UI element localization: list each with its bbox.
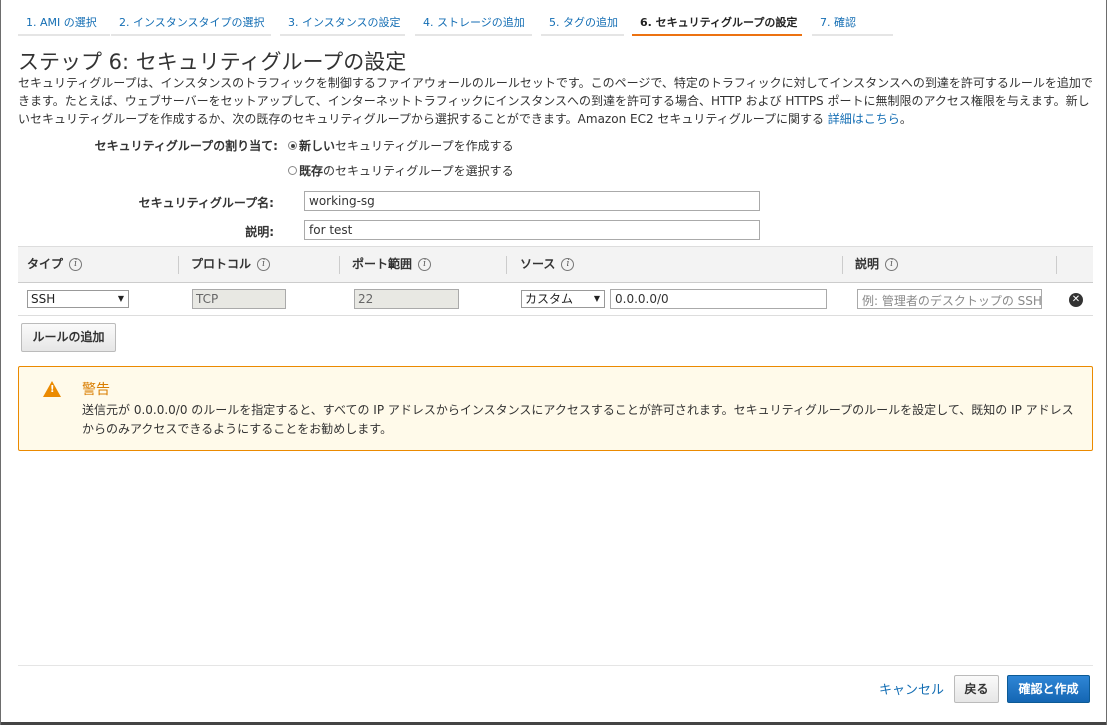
- page-title: ステップ 6: セキュリティグループの設定: [18, 50, 407, 74]
- type-select[interactable]: SSH ▼: [27, 290, 129, 308]
- learn-more-link[interactable]: 詳細はこちら: [828, 112, 900, 126]
- description-input[interactable]: [304, 220, 760, 240]
- header-description: 説明 i: [855, 247, 899, 282]
- radio-new-bold: 新しい: [299, 139, 336, 153]
- rules-table-header: タイプ i プロトコル i ポート範囲 i ソース i 説明 i: [18, 246, 1093, 283]
- cancel-link[interactable]: キャンセル: [879, 679, 944, 698]
- description-label: 説明:: [245, 225, 274, 239]
- dropdown-arrow-icon: ▼: [593, 294, 600, 303]
- group-name-label: セキュリティグループ名:: [138, 196, 274, 210]
- assign-label: セキュリティグループの割り当て:: [94, 139, 278, 153]
- tab-tags[interactable]: 5. タグの追加: [541, 10, 624, 36]
- header-port-range: ポート範囲 i: [352, 247, 432, 282]
- warning-text: 送信元が 0.0.0.0/0 のルールを指定すると、すべての IP アドレスから…: [82, 403, 1074, 436]
- radio-new-label: セキュリティグループを作成する: [335, 139, 514, 153]
- protocol-field: TCP: [192, 289, 286, 309]
- info-icon[interactable]: i: [885, 258, 899, 271]
- header-protocol: プロトコル i: [191, 247, 271, 282]
- add-rule-button[interactable]: ルールの追加: [21, 323, 116, 352]
- footer-divider: [18, 665, 1093, 666]
- port-range-field: 22: [354, 289, 459, 309]
- source-type-select[interactable]: カスタム ▼: [521, 290, 605, 308]
- info-icon[interactable]: i: [257, 258, 271, 271]
- rule-description-input[interactable]: 例: 管理者のデスクトップの SSH: [857, 289, 1042, 309]
- group-name-input[interactable]: [304, 191, 760, 211]
- page-intro: セキュリティグループは、インスタンスのトラフィックを制御するファイアウォールのル…: [18, 74, 1096, 128]
- warning-triangle-icon: !: [43, 381, 61, 397]
- column-divider: [506, 256, 507, 274]
- intro-end: 。: [899, 112, 912, 126]
- column-divider: [178, 256, 179, 274]
- source-cidr-input[interactable]: [610, 289, 827, 309]
- tab-storage[interactable]: 4. ストレージの追加: [415, 10, 532, 36]
- info-icon[interactable]: i: [69, 258, 83, 271]
- warning-box: ! 警告 送信元が 0.0.0.0/0 のルールを指定すると、すべての IP ア…: [18, 366, 1093, 451]
- tab-review[interactable]: 7. 確認: [812, 10, 893, 36]
- radio-new-dot[interactable]: [288, 141, 297, 150]
- tab-instance-config[interactable]: 3. インスタンスの設定: [280, 10, 405, 36]
- table-row: SSH▼ TCP 22 カスタム▼ 例: 管理者のデスクトップの SSH ✕: [18, 283, 1093, 316]
- tab-security-group[interactable]: 6. セキュリティグループの設定: [632, 10, 802, 36]
- radio-new-group[interactable]: 新しい セキュリティグループを作成する: [288, 137, 514, 154]
- radio-existing-label: のセキュリティグループを選択する: [323, 164, 514, 178]
- column-divider: [339, 256, 340, 274]
- radio-existing-dot[interactable]: [288, 166, 297, 175]
- back-button[interactable]: 戻る: [954, 675, 999, 703]
- radio-existing-group[interactable]: 既存 のセキュリティグループを選択する: [288, 162, 514, 179]
- warning-title: 警告: [82, 382, 110, 398]
- column-divider: [842, 256, 843, 274]
- intro-text: セキュリティグループは、インスタンスのトラフィックを制御するファイアウォールのル…: [18, 76, 1093, 126]
- info-icon[interactable]: i: [418, 258, 432, 271]
- dropdown-arrow-icon: ▼: [117, 294, 124, 303]
- tab-ami[interactable]: 1. AMI の選択: [18, 10, 110, 36]
- column-divider: [1056, 256, 1057, 274]
- header-type: タイプ i: [27, 247, 83, 282]
- radio-existing-bold: 既存: [299, 164, 324, 178]
- header-source: ソース i: [520, 247, 575, 282]
- tab-instance-type[interactable]: 2. インスタンスタイプの選択: [111, 10, 271, 36]
- review-and-launch-button[interactable]: 確認と作成: [1007, 675, 1090, 703]
- remove-rule-icon[interactable]: ✕: [1069, 293, 1083, 307]
- info-icon[interactable]: i: [561, 258, 575, 271]
